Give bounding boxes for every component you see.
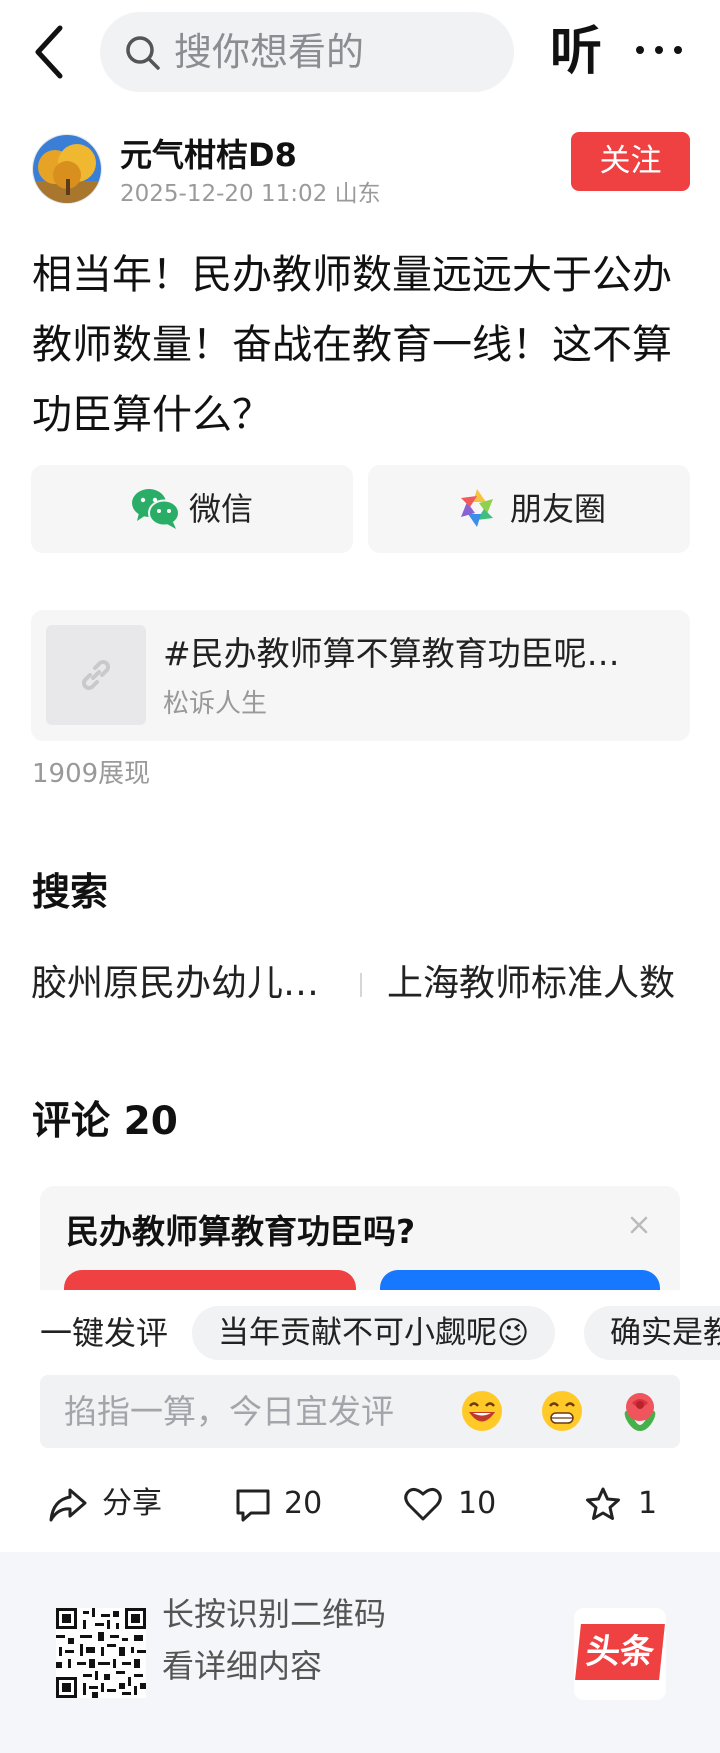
author-name[interactable]: 元气柑桔D8 (120, 134, 297, 176)
share-wechat-label: 微信 (189, 490, 254, 528)
share-button[interactable]: 分享 (48, 1468, 168, 1540)
qr-hint-line2: 看详细内容 (162, 1647, 323, 1685)
comment-count: 20 (284, 1486, 323, 1521)
poll-option-no-button[interactable] (380, 1270, 660, 1290)
avatar-autumn-tree-image (33, 135, 101, 203)
listen-button[interactable]: 听 (550, 18, 602, 86)
search-bar[interactable]: 搜你想看的 (100, 12, 514, 92)
favorite-count: 1 (638, 1486, 658, 1521)
search-suggestion[interactable]: 上海教师标准人数 (387, 958, 675, 1010)
quick-comment-row: 一键发评 当年贡献不可小觑呢😉 确实是教 (0, 1290, 720, 1376)
star-icon (586, 1487, 620, 1520)
follow-button[interactable]: 关注 (571, 132, 690, 191)
suggestion-divider (360, 973, 362, 997)
share-wechat-button[interactable]: 微信 (31, 465, 353, 553)
like-count: 10 (458, 1486, 497, 1521)
rose-emoji-icon[interactable] (618, 1389, 662, 1433)
like-button[interactable]: 10 (404, 1468, 504, 1540)
back-button[interactable] (28, 22, 76, 82)
post-location: 山东 (334, 181, 381, 207)
quick-comment-chip[interactable]: 当年贡献不可小觑呢😉 (192, 1306, 556, 1360)
link-source: 松诉人生 (163, 689, 268, 719)
qr-hint-line1: 长按识别二维码 (162, 1595, 387, 1633)
link-title: #民办教师算不算教育功臣呢… (163, 634, 620, 673)
action-bar: 分享 20 10 1 (0, 1468, 720, 1540)
close-icon[interactable] (624, 1210, 654, 1240)
share-label: 分享 (102, 1486, 162, 1521)
favorite-button[interactable]: 1 (584, 1468, 674, 1540)
search-icon (126, 36, 160, 70)
share-moments-label: 朋友圈 (510, 490, 607, 528)
toutiao-logo-text: 头条 (575, 1624, 665, 1680)
laughing-emoji-icon[interactable] (460, 1389, 504, 1433)
toutiao-logo: 头条 (574, 1608, 666, 1700)
comment-input[interactable]: 掐指一算，今日宜发评 (40, 1375, 680, 1448)
quick-comment-chip[interactable]: 确实是教 (584, 1306, 720, 1360)
poll-card: 民办教师算教育功臣吗? (40, 1186, 680, 1290)
grinning-emoji-icon[interactable] (540, 1389, 584, 1433)
qr-code[interactable] (56, 1608, 146, 1698)
heart-icon (404, 1487, 442, 1521)
footer-banner: 长按识别二维码 看详细内容 头条 (0, 1552, 720, 1753)
comment-button[interactable]: 20 (234, 1468, 334, 1540)
moments-icon (461, 489, 493, 527)
post-text: 相当年！民办教师数量远远大于公办教师数量！奋战在教育一线！这不算功臣算什么？ (32, 252, 672, 438)
post-datetime: 2025-12-20 11:02 (120, 181, 328, 207)
comment-bubble-icon (236, 1489, 270, 1522)
share-arrow-icon (49, 1488, 87, 1522)
qr-code-image (56, 1608, 146, 1698)
more-dots-icon (636, 46, 682, 54)
search-placeholder: 搜你想看的 (174, 30, 365, 74)
chevron-left-icon (35, 25, 63, 79)
search-suggestion[interactable]: 胶州原民办幼儿… (31, 958, 319, 1010)
poll-option-yes-button[interactable] (64, 1270, 356, 1290)
search-section-title: 搜索 (32, 870, 109, 914)
view-count: 1909展现 (32, 759, 151, 789)
share-moments-button[interactable]: 朋友圈 (368, 465, 690, 553)
poll-question: 民办教师算教育功臣吗? (66, 1212, 416, 1251)
comment-placeholder: 掐指一算，今日宜发评 (64, 1392, 394, 1431)
top-bar: 搜你想看的 听 (0, 0, 720, 104)
avatar[interactable] (32, 134, 102, 204)
link-thumbnail (46, 625, 146, 725)
wechat-icon (132, 489, 180, 529)
comments-title: 评论 20 (32, 1099, 178, 1144)
more-button[interactable] (634, 28, 684, 72)
quick-comment-label: 一键发评 (40, 1314, 169, 1352)
topic-link-card[interactable]: #民办教师算不算教育功臣呢… 松诉人生 (31, 610, 690, 741)
post-meta: 2025-12-20 11:02 山东 (120, 178, 381, 210)
article-page: 搜你想看的 听 元气柑桔D8 2025-12-20 11:02 山东 关注 相当… (0, 0, 720, 1753)
link-icon (82, 660, 110, 690)
